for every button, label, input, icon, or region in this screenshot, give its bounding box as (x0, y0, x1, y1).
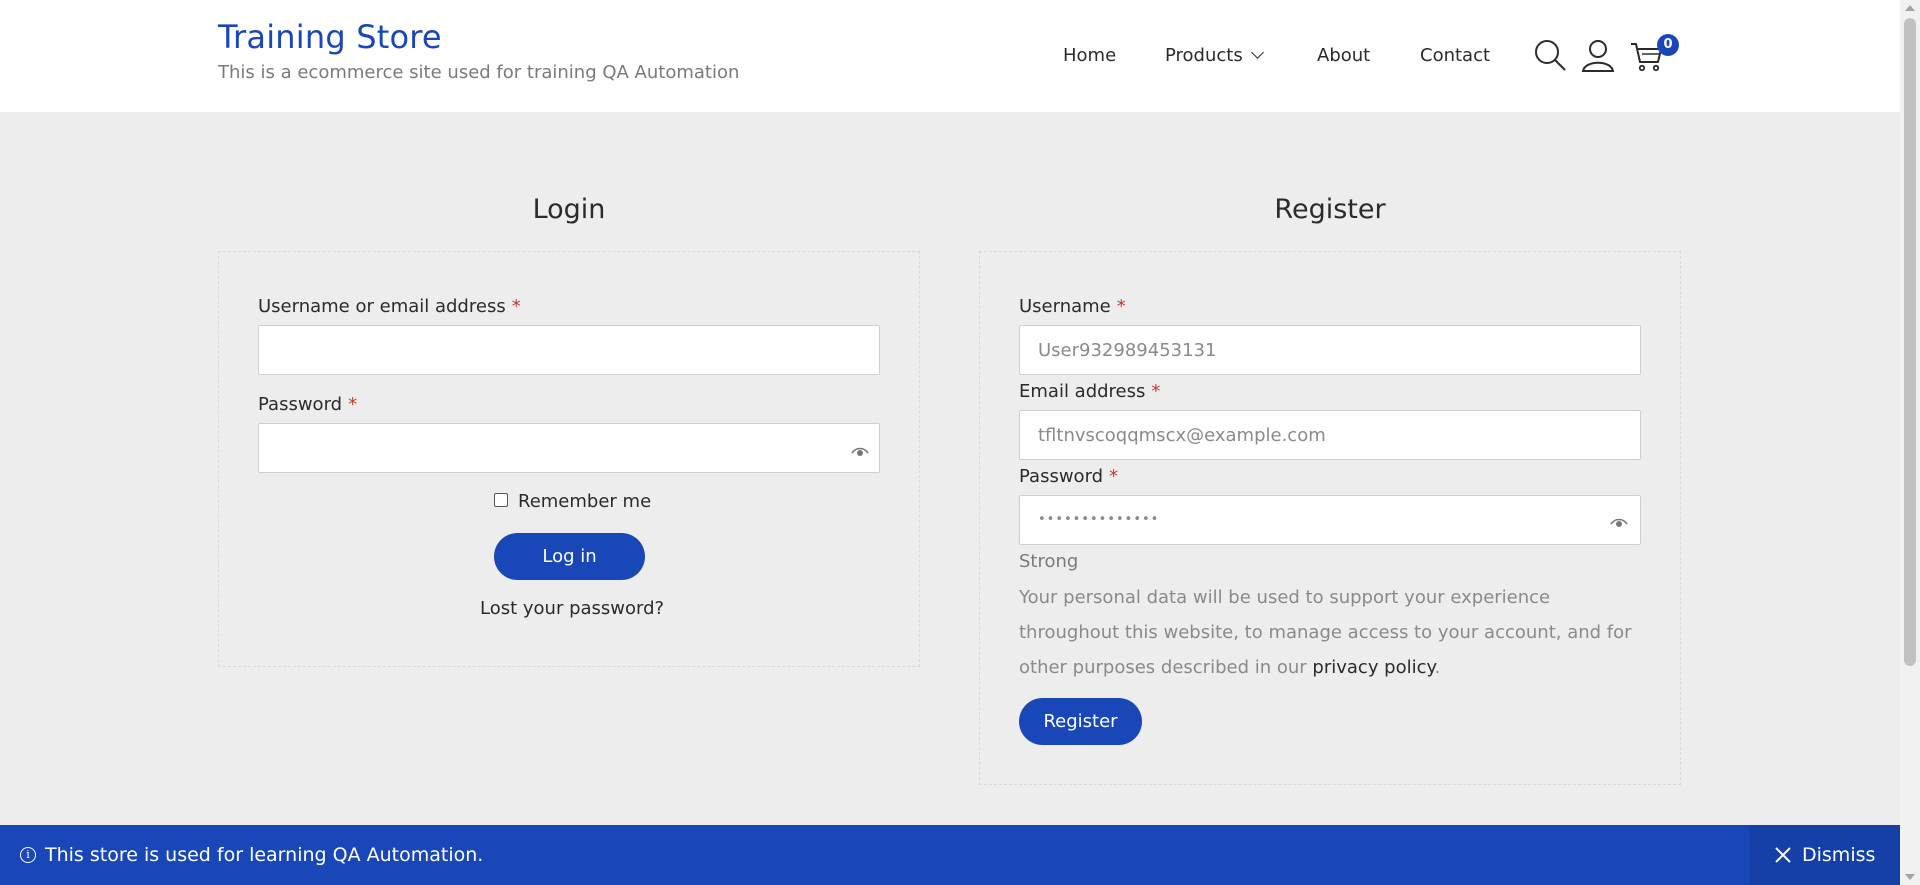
nav-products[interactable]: Products (1165, 45, 1264, 66)
privacy-notice-end: . (1434, 657, 1441, 678)
dismiss-label: Dismiss (1802, 844, 1876, 866)
login-username-label-text: Username or email address (258, 296, 506, 317)
remember-me-label[interactable]: Remember me (518, 491, 651, 512)
page-scrollbar[interactable] (1900, 0, 1920, 885)
nav-about[interactable]: About (1317, 45, 1370, 66)
register-email-label-text: Email address (1019, 381, 1146, 402)
nav-contact[interactable]: Contact (1420, 45, 1490, 66)
privacy-notice: Your personal data will be used to suppo… (1019, 580, 1639, 685)
remember-me-checkbox[interactable] (494, 493, 508, 507)
scroll-up-arrow-icon[interactable] (1905, 5, 1915, 11)
site-title[interactable]: Training Store (218, 18, 442, 56)
required-mark: * (1116, 296, 1126, 317)
register-email-input[interactable] (1019, 410, 1641, 460)
lost-password-link[interactable]: Lost your password? (480, 598, 664, 619)
register-password-label-text: Password (1019, 466, 1104, 487)
nav-home[interactable]: Home (1063, 45, 1116, 66)
register-title: Register (1274, 194, 1386, 225)
register-email-label: Email address * (1019, 381, 1160, 402)
login-password-input[interactable] (258, 423, 880, 473)
cart-count-badge: 0 (1657, 34, 1679, 56)
login-username-label: Username or email address * (258, 296, 521, 317)
search-icon[interactable] (1533, 38, 1567, 72)
password-strength-indicator: Strong (1019, 551, 1079, 572)
register-password-input[interactable]: •••••••••••••• (1019, 495, 1641, 545)
privacy-policy-link[interactable]: privacy policy (1312, 657, 1434, 678)
show-password-icon[interactable] (1610, 518, 1628, 528)
register-username-label-text: Username (1019, 296, 1111, 317)
login-password-label: Password * (258, 394, 357, 415)
register-username-input[interactable] (1019, 325, 1641, 375)
nav-products-label: Products (1165, 45, 1243, 66)
store-notice-text: This store is used for learning QA Autom… (45, 844, 484, 866)
scroll-thumb[interactable] (1904, 18, 1916, 666)
login-button[interactable]: Log in (494, 533, 645, 580)
login-title: Login (532, 194, 606, 225)
register-username-label: Username * (1019, 296, 1126, 317)
store-notice-bar: i This store is used for learning QA Aut… (0, 825, 1900, 885)
required-mark: * (1109, 466, 1119, 487)
site-tagline: This is a ecommerce site used for traini… (218, 62, 740, 83)
register-button[interactable]: Register (1019, 698, 1142, 745)
show-password-icon[interactable] (851, 447, 869, 457)
required-mark: * (348, 394, 358, 415)
chevron-down-icon (1250, 46, 1264, 59)
dismiss-button[interactable]: Dismiss (1749, 825, 1900, 885)
login-password-label-text: Password (258, 394, 343, 415)
login-username-input[interactable] (258, 325, 880, 375)
info-icon: i (20, 847, 36, 863)
required-mark: * (1151, 381, 1161, 402)
scroll-down-arrow-icon[interactable] (1905, 874, 1915, 880)
user-icon[interactable] (1581, 38, 1615, 72)
register-password-label: Password * (1019, 466, 1118, 487)
required-mark: * (511, 296, 521, 317)
close-icon (1775, 847, 1791, 863)
site-header: Training Store This is a ecommerce site … (0, 0, 1900, 112)
